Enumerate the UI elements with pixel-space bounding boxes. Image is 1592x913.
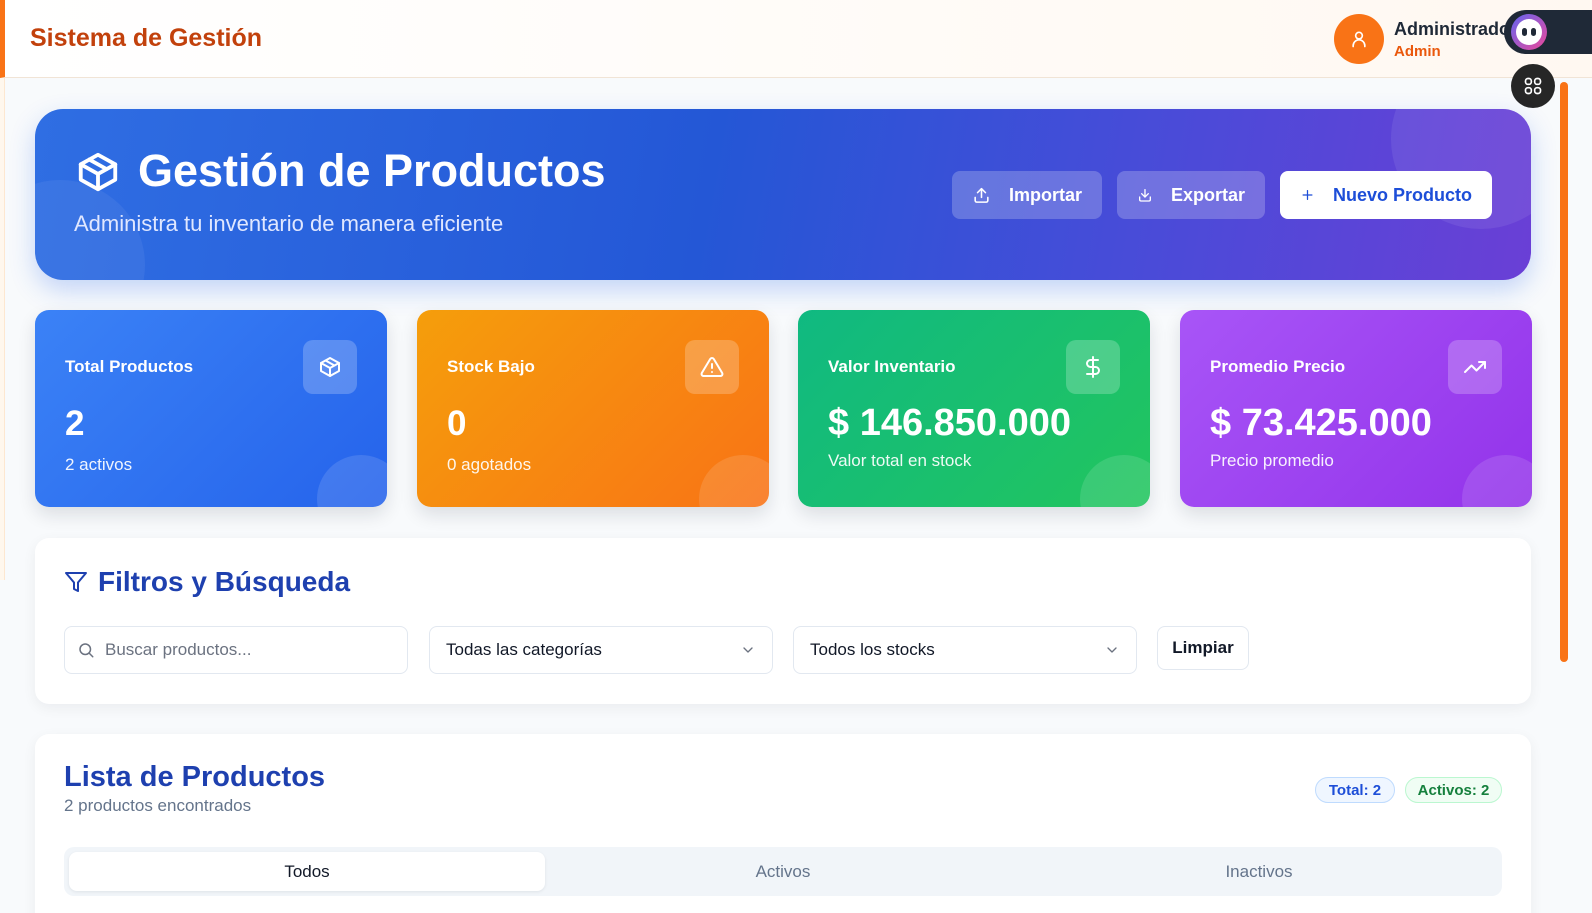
stat-label: Stock Bajo <box>447 357 535 376</box>
export-button-label: Exportar <box>1170 184 1245 205</box>
user-icon <box>1352 31 1366 48</box>
filter-icon <box>65 572 87 592</box>
stat-note: 0 agotados <box>447 455 532 474</box>
import-button[interactable]: Importar <box>952 171 1102 219</box>
app-brand[interactable]: Sistema de Gestión <box>30 24 262 53</box>
search-field[interactable] <box>64 626 408 674</box>
upload-icon <box>974 187 989 203</box>
stat-label: Promedio Precio <box>1210 357 1346 376</box>
dollar-icon <box>1066 340 1120 394</box>
stat-note: Valor total en stock <box>828 451 972 470</box>
user-avatar[interactable] <box>1334 14 1384 64</box>
chevron-down-icon <box>1107 647 1117 653</box>
total-badge: Total: 2 <box>1315 777 1395 803</box>
card-decoration <box>317 455 387 507</box>
card-decoration <box>1462 455 1532 507</box>
stock-select-value: Todos los stocks <box>810 640 935 659</box>
trending-up-icon <box>1448 340 1502 394</box>
filters-title: Filtros y Búsqueda <box>64 566 350 598</box>
sidebar-edge <box>0 78 5 580</box>
user-role: Admin <box>1394 43 1441 60</box>
plus-icon <box>1302 190 1313 200</box>
box-icon <box>78 152 118 192</box>
hero-banner: Gestión de Productos Administra tu inven… <box>35 109 1531 280</box>
stat-value: $ 146.850.000 <box>828 402 1072 444</box>
new-product-button-label: Nuevo Producto <box>1332 184 1472 205</box>
search-icon <box>79 643 94 658</box>
stat-card-low-stock: Stock Bajo 0 0 agotados <box>417 310 769 507</box>
stat-card-average-price: Promedio Precio $ 73.425.000 Precio prom… <box>1180 310 1532 507</box>
stat-card-inventory-value: Valor Inventario $ 146.850.000 Valor tot… <box>798 310 1150 507</box>
stat-label: Total Productos <box>65 357 194 376</box>
list-title: Lista de Productos <box>64 761 326 793</box>
grid-icon[interactable] <box>1511 64 1555 108</box>
extension-face-icon[interactable] <box>1511 14 1547 50</box>
list-subtitle: 2 productos encontrados <box>64 796 252 815</box>
new-product-button[interactable]: Nuevo Producto <box>1280 171 1492 219</box>
stat-card-total-products: Total Productos 2 2 activos <box>35 310 387 507</box>
stat-note: 2 activos <box>65 455 133 474</box>
tab-active[interactable]: Activos <box>545 852 1021 891</box>
chevron-down-icon <box>743 647 753 653</box>
stat-note: Precio promedio <box>1210 451 1334 470</box>
page-subtitle: Administra tu inventario de manera efici… <box>74 211 504 236</box>
tab-all[interactable]: Todos <box>69 852 545 891</box>
stat-label: Valor Inventario <box>828 357 956 376</box>
active-badge: Activos: 2 <box>1405 777 1502 803</box>
category-select[interactable]: Todas las categorías <box>429 626 773 674</box>
card-decoration <box>699 455 769 507</box>
page-title: Gestión de Productos <box>138 145 606 196</box>
clear-filters-button[interactable]: Limpiar <box>1157 626 1249 670</box>
filters-title-label: Filtros y Búsqueda <box>98 566 351 597</box>
card-decoration <box>1080 455 1150 507</box>
stat-value: 2 <box>65 404 85 443</box>
stat-value: $ 73.425.000 <box>1210 402 1432 444</box>
scrollbar-thumb[interactable] <box>1560 82 1568 662</box>
tab-inactive[interactable]: Inactivos <box>1021 852 1497 891</box>
export-button[interactable]: Exportar <box>1117 171 1265 219</box>
category-select-value: Todas las categorías <box>446 640 602 659</box>
user-name: Administrado <box>1394 19 1511 39</box>
import-button-label: Importar <box>1008 184 1082 205</box>
alert-triangle-icon <box>685 340 739 394</box>
search-input[interactable] <box>105 640 385 660</box>
download-icon <box>1138 189 1151 202</box>
filters-panel <box>35 538 1531 704</box>
stock-select[interactable]: Todos los stocks <box>793 626 1137 674</box>
box-icon <box>303 340 357 394</box>
stat-value: 0 <box>447 404 467 443</box>
